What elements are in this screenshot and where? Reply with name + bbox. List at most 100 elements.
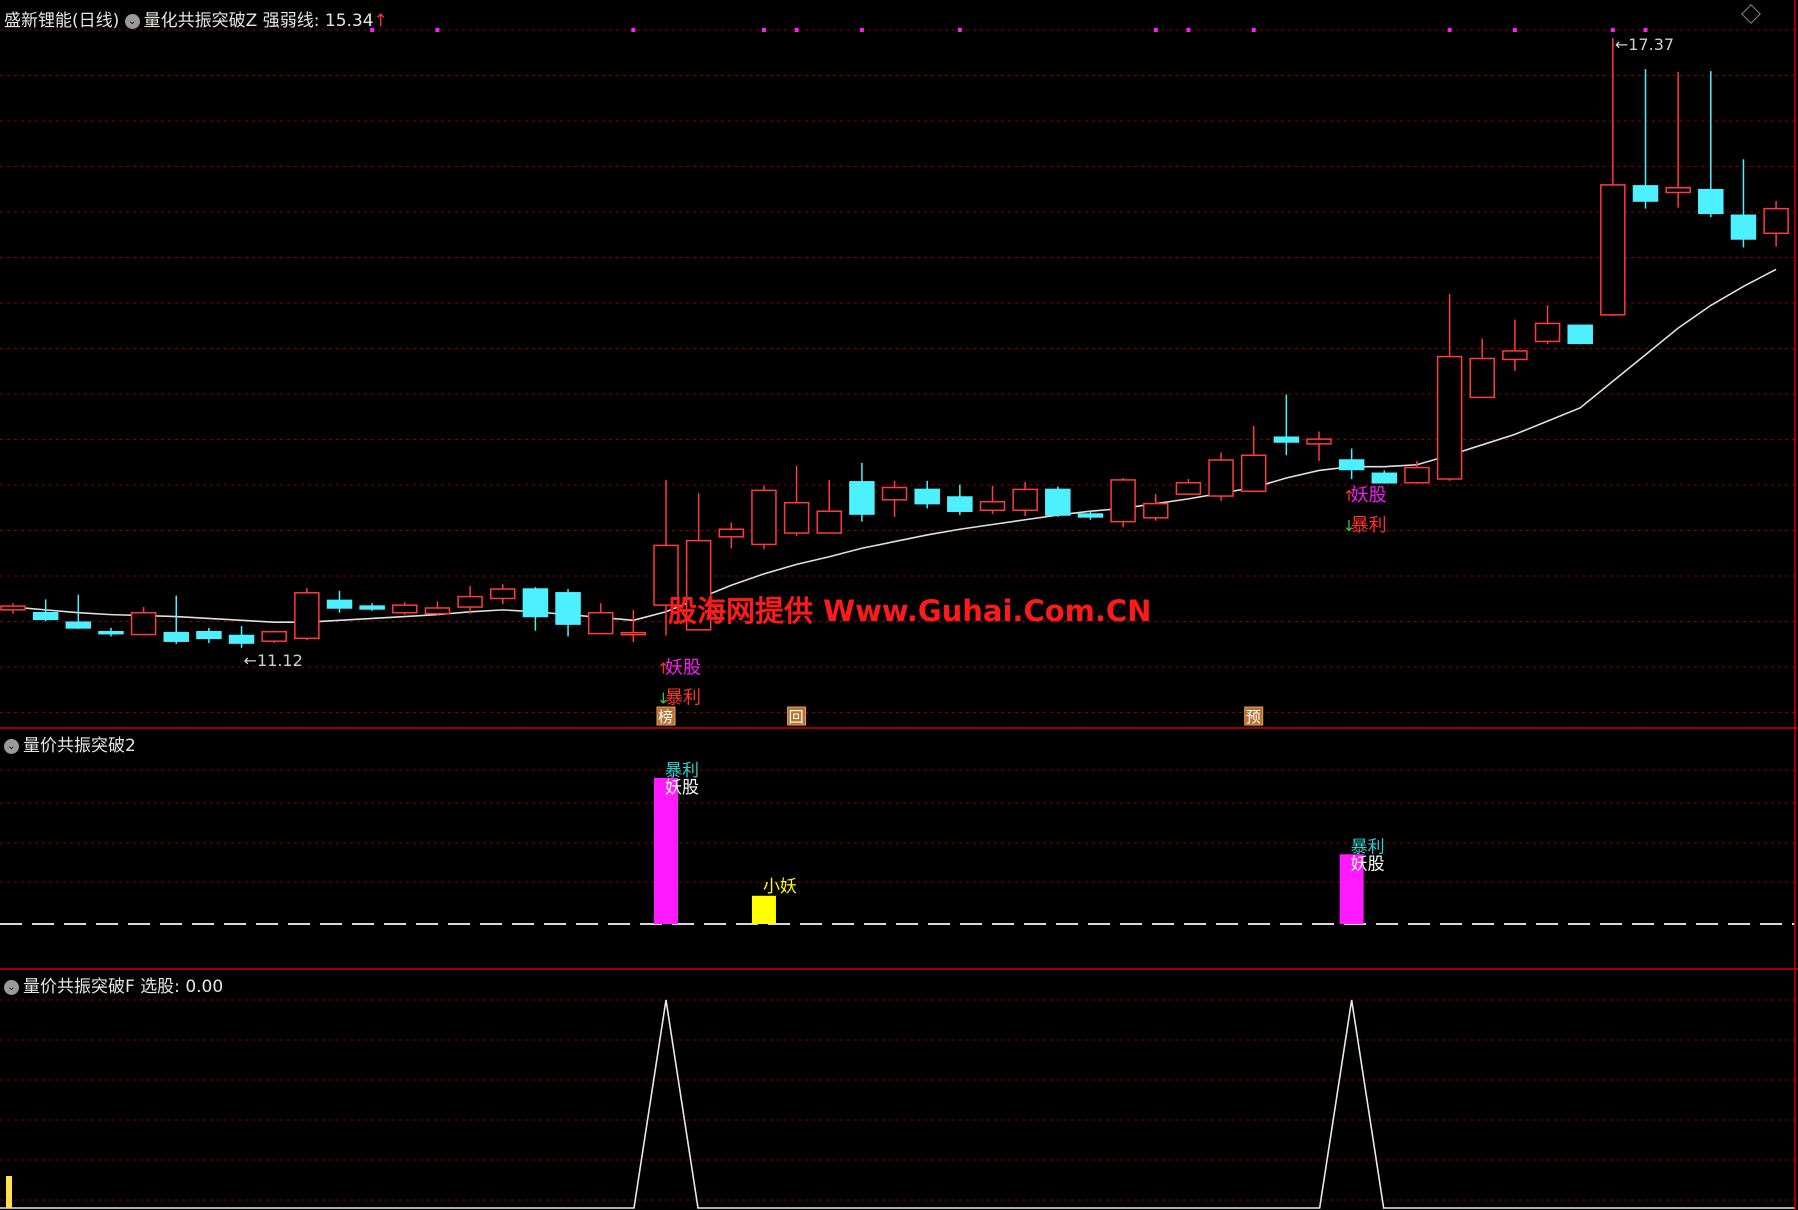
candle[interactable] <box>424 601 451 616</box>
signal-dot <box>631 28 636 32</box>
candle[interactable] <box>130 607 157 636</box>
candle-body <box>196 630 222 640</box>
pane2-toggle-icon[interactable]: ⌄ <box>4 738 19 754</box>
candle[interactable] <box>1338 448 1365 479</box>
strength-line <box>12 268 1777 624</box>
bottom-tag-label: 回 <box>789 708 804 726</box>
candle[interactable] <box>196 627 222 644</box>
signal-dot <box>1643 28 1648 32</box>
candle[interactable] <box>392 602 418 615</box>
candle-body <box>849 481 875 515</box>
pane2-title: ⌄ 量价共振突破2 <box>4 731 136 756</box>
candle-body <box>1469 357 1495 399</box>
candle[interactable] <box>1665 72 1691 208</box>
signal-dot <box>859 28 864 32</box>
candle-body <box>1077 513 1104 518</box>
candle-body <box>1567 324 1593 345</box>
candle[interactable] <box>979 485 1006 515</box>
candle[interactable] <box>1143 494 1169 521</box>
candle[interactable] <box>261 630 287 644</box>
candle[interactable] <box>1306 431 1332 461</box>
candle[interactable] <box>783 465 810 536</box>
candle[interactable] <box>0 603 26 614</box>
candle[interactable] <box>587 603 614 635</box>
pane2-bar <box>751 895 776 924</box>
candle[interactable] <box>1175 478 1202 495</box>
candle-body <box>1404 466 1430 484</box>
candle[interactable] <box>1730 159 1757 248</box>
low-price-label: ←11.12 <box>244 651 303 670</box>
candle[interactable] <box>1469 338 1495 399</box>
pane2-bar-label: 小妖 <box>763 877 797 897</box>
indicator-toggle-icon[interactable]: ⌄ <box>124 13 140 29</box>
candle[interactable] <box>947 484 973 516</box>
candle-body <box>98 630 124 635</box>
candle[interactable] <box>522 587 549 631</box>
candle[interactable] <box>555 589 581 637</box>
candle[interactable] <box>1371 470 1398 484</box>
candlesticks[interactable] <box>0 37 1789 648</box>
bottom-tag[interactable]: 榜 <box>656 706 676 726</box>
candle[interactable] <box>1698 71 1724 218</box>
signal-label: 妖股 <box>665 657 701 678</box>
candle[interactable] <box>457 586 483 614</box>
signal-dot <box>1512 28 1517 32</box>
candle-body <box>392 604 418 614</box>
watermark-text: 股海网提供 Www.Guhai.Com.CN <box>668 594 1152 628</box>
candle-body <box>130 611 157 636</box>
signal-dot <box>1447 28 1452 32</box>
candle-body <box>1338 459 1365 471</box>
candle[interactable] <box>1110 478 1136 528</box>
candle[interactable] <box>881 480 908 517</box>
candle[interactable] <box>1045 486 1071 517</box>
up-arrow-icon: ↑ <box>373 11 388 31</box>
bottom-tag[interactable]: 回 <box>787 706 807 726</box>
candle[interactable] <box>1208 452 1234 501</box>
candle-body <box>359 605 385 610</box>
candle[interactable] <box>849 462 875 522</box>
candle-body <box>0 605 26 611</box>
candle[interactable] <box>1502 319 1528 371</box>
candle[interactable] <box>1600 37 1626 316</box>
candle[interactable] <box>1273 394 1300 456</box>
candle[interactable] <box>359 603 385 611</box>
candle[interactable] <box>1567 324 1593 345</box>
pane2-bar-label: 妖股 <box>1351 854 1385 874</box>
candle[interactable] <box>718 522 745 549</box>
signal-dot <box>1251 28 1256 32</box>
signal-dot <box>1610 28 1615 32</box>
candle-body <box>1110 479 1136 523</box>
pane3-title: ⌄ 量价共振突破F 选股: 0.00 <box>4 972 223 997</box>
candle[interactable] <box>98 627 124 637</box>
candle[interactable] <box>1240 425 1267 493</box>
candle-body <box>424 607 451 615</box>
candle-body <box>32 611 59 621</box>
strength-line-value: 15.34 <box>324 11 374 31</box>
pane3-toggle-icon[interactable]: ⌄ <box>4 979 19 995</box>
candle[interactable] <box>1534 305 1561 345</box>
candle-body <box>1045 488 1071 516</box>
candle[interactable] <box>294 588 320 641</box>
candle-body <box>1502 350 1528 361</box>
candle-body <box>1240 454 1267 493</box>
candle[interactable] <box>1436 293 1463 481</box>
candle[interactable] <box>1012 481 1038 516</box>
candle[interactable] <box>228 626 255 648</box>
candle-body <box>979 500 1006 512</box>
candle[interactable] <box>490 584 516 605</box>
candle[interactable] <box>751 485 777 550</box>
indicator-name: 量化共振突破Z <box>143 11 258 31</box>
candle[interactable] <box>620 609 647 643</box>
bottom-tag[interactable]: 预 <box>1244 706 1264 726</box>
candle-body <box>555 592 581 625</box>
candle[interactable] <box>816 479 842 534</box>
signal-dot <box>435 28 440 32</box>
candle[interactable] <box>1404 460 1430 484</box>
candle[interactable] <box>1632 69 1659 209</box>
signal-dot <box>794 28 799 32</box>
candle-body <box>65 621 92 629</box>
candle-body <box>1273 436 1300 443</box>
candle[interactable] <box>1763 201 1789 247</box>
candle[interactable] <box>326 590 353 613</box>
candle[interactable] <box>163 595 189 645</box>
